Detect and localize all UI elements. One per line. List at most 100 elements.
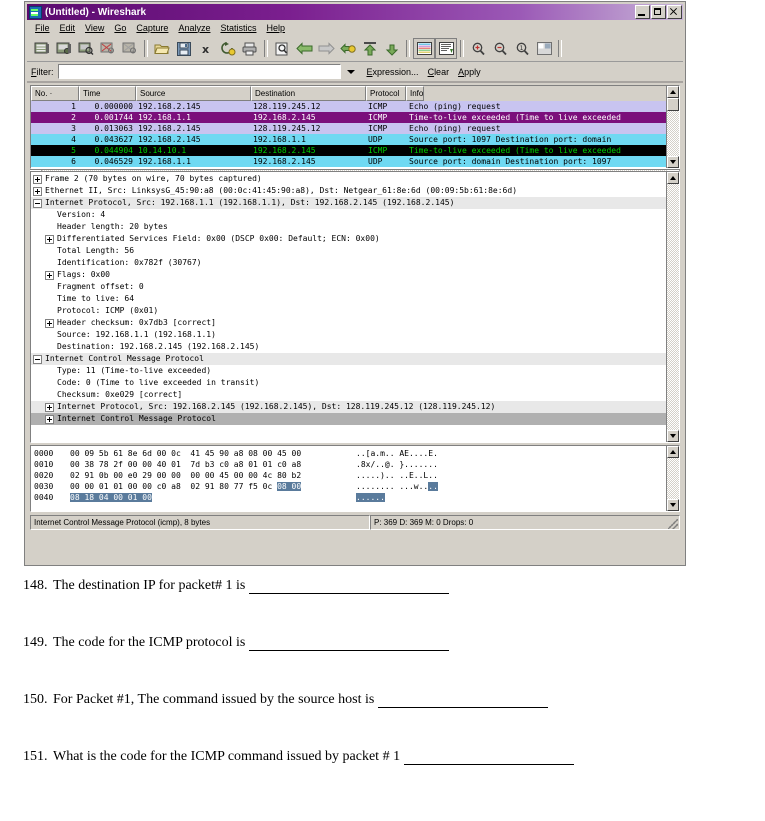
colorize-icon[interactable] [413,38,435,59]
chevron-down-icon[interactable] [344,64,358,79]
close-button[interactable] [667,5,682,19]
packet-list-row[interactable]: 6 0.046529 192.168.1.1 192.168.2.145 UDP Sour… [31,156,666,167]
packet-detail-row[interactable]: Time to live: 64 [31,293,666,305]
packet-detail-row[interactable]: Version: 4 [31,209,666,221]
menu-item-capture[interactable]: Capture [131,22,173,34]
resize-columns-icon[interactable] [533,38,555,59]
scroll-up-button[interactable] [667,446,679,458]
scroll-down-button[interactable] [667,430,679,442]
packet-detail-row[interactable]: Destination: 192.168.2.145 (192.168.2.14… [31,341,666,353]
stop-capture-icon[interactable] [97,38,119,59]
hex-dump-row[interactable]: 0000 00 09 5b 61 8e 6d 00 0c 41 45 90 a8 … [34,448,666,459]
column-header-protocol[interactable]: Protocol [366,86,406,101]
collapse-tree-icon[interactable] [33,198,42,208]
packet-detail-row[interactable]: Fragment offset: 0 [31,281,666,293]
column-header-source[interactable]: Source [136,86,251,101]
packet-detail-row[interactable]: Internet Protocol, Src: 192.168.2.145 (1… [31,401,666,413]
menu-item-file[interactable]: File [30,22,55,34]
list-interfaces-icon[interactable] [31,38,53,59]
expand-tree-icon[interactable] [45,402,54,412]
column-header-no[interactable]: No. · [31,86,79,101]
scroll-thumb[interactable] [667,98,679,111]
clear-filter-button[interactable]: Clear [428,67,450,77]
auto-scroll-icon[interactable] [435,38,457,59]
menu-item-analyze[interactable]: Analyze [173,22,215,34]
capture-options-icon[interactable] [53,38,75,59]
zoom-out-icon[interactable] [489,38,511,59]
hex-dump-row[interactable]: 0030 00 00 01 01 00 00 c0 a8 02 91 80 77 … [34,481,666,492]
menu-item-statistics[interactable]: Statistics [215,22,261,34]
go-back-icon[interactable] [293,38,315,59]
expression-button[interactable]: Expression... [367,67,419,77]
column-header-info[interactable]: Info [406,86,425,101]
collapse-tree-icon[interactable] [33,354,42,364]
answer-blank[interactable] [378,694,549,708]
hex-dump-row[interactable]: 0010 00 38 78 2f 00 00 40 01 7d b3 c0 a8 … [34,459,666,470]
packet-detail-row[interactable]: Protocol: ICMP (0x01) [31,305,666,317]
resize-grip-icon[interactable] [668,519,678,529]
restart-capture-icon[interactable] [119,38,141,59]
menu-item-edit[interactable]: Edit [55,22,81,34]
column-header-time[interactable]: Time [79,86,136,101]
scroll-down-button[interactable] [667,499,679,511]
packet-detail-row[interactable]: Internet Control Message Protocol [31,413,666,425]
packet-detail-row[interactable]: Type: 11 (Time-to-live exceeded) [31,365,666,377]
menu-item-help[interactable]: Help [261,22,290,34]
packet-list-row[interactable]: 1 0.000000 192.168.2.145 128.119.245.12 ICMP… [31,101,666,112]
minimize-button[interactable] [635,5,650,19]
packet-detail-row[interactable]: Internet Control Message Protocol [31,353,666,365]
packet-detail-row[interactable]: Frame 2 (70 bytes on wire, 70 bytes capt… [31,173,666,185]
column-header-destination[interactable]: Destination [251,86,366,101]
print-icon[interactable] [239,38,261,59]
packet-list-row[interactable]: 5 0.044904 10.14.10.1 192.168.2.145 ICMP Time… [31,145,666,156]
maximize-button[interactable] [651,5,666,19]
close-file-icon[interactable]: x [195,38,217,59]
zoom-in-icon[interactable] [467,38,489,59]
apply-filter-button[interactable]: Apply [458,67,481,77]
save-file-icon[interactable] [173,38,195,59]
expand-tree-icon[interactable] [33,186,42,196]
packet-list-row[interactable]: 3 0.013063 192.168.2.145 128.119.245.12 ICMP… [31,123,666,134]
filter-input[interactable] [57,64,341,79]
go-first-packet-icon[interactable] [359,38,381,59]
hex-dump-scrollbar[interactable] [666,446,679,511]
scroll-up-button[interactable] [667,86,679,98]
scroll-up-button[interactable] [667,172,679,184]
expand-tree-icon[interactable] [45,270,54,280]
menu-item-view[interactable]: View [80,22,109,34]
packet-detail-row[interactable]: Code: 0 (Time to live exceeded in transi… [31,377,666,389]
hex-dump-row[interactable]: 0020 02 91 0b 00 e0 29 00 00 00 00 45 00 … [34,470,666,481]
packet-detail-row[interactable]: Identification: 0x782f (30767) [31,257,666,269]
expand-tree-icon[interactable] [45,414,54,424]
scroll-track[interactable] [667,111,679,156]
find-packet-icon[interactable] [271,38,293,59]
go-to-packet-icon[interactable] [337,38,359,59]
hex-dump-row[interactable]: 0040 08 18 04 00 01 00...... [34,492,666,503]
start-capture-icon[interactable] [75,38,97,59]
packet-detail-row[interactable]: Header length: 20 bytes [31,221,666,233]
answer-blank[interactable] [249,580,450,594]
answer-blank[interactable] [249,637,450,651]
packet-detail-scrollbar[interactable] [666,172,679,442]
open-file-icon[interactable] [151,38,173,59]
packet-list-body[interactable]: No. · Time Source Destination Protocol I… [31,86,666,168]
expand-tree-icon[interactable] [33,174,42,184]
packet-detail-row[interactable]: Differentiated Services Field: 0x00 (DSC… [31,233,666,245]
scroll-track[interactable] [667,184,679,430]
answer-blank[interactable] [404,751,575,765]
packet-detail-row[interactable]: Total Length: 56 [31,245,666,257]
expand-tree-icon[interactable] [45,318,54,328]
go-forward-icon[interactable] [315,38,337,59]
packet-list-scrollbar[interactable] [666,86,679,168]
packet-detail-row[interactable]: Header checksum: 0x7db3 [correct] [31,317,666,329]
packet-detail-row[interactable]: Source: 192.168.1.1 (192.168.1.1) [31,329,666,341]
packet-detail-row[interactable]: Flags: 0x00 [31,269,666,281]
scroll-track[interactable] [667,458,679,499]
packet-list-row[interactable]: 2 0.001744 192.168.1.1 192.168.2.145 ICMP Tim… [31,112,666,123]
expand-tree-icon[interactable] [45,234,54,244]
packet-list-row[interactable]: 4 0.043627 192.168.2.145 192.168.1.1 UDP Sour… [31,134,666,145]
go-last-packet-icon[interactable] [381,38,403,59]
zoom-100-icon[interactable]: 1 [511,38,533,59]
hex-dump-body[interactable]: 0000 00 09 5b 61 8e 6d 00 0c 41 45 90 a8 … [31,446,666,511]
packet-detail-row[interactable]: Ethernet II, Src: LinksysG_45:90:a8 (00:… [31,185,666,197]
